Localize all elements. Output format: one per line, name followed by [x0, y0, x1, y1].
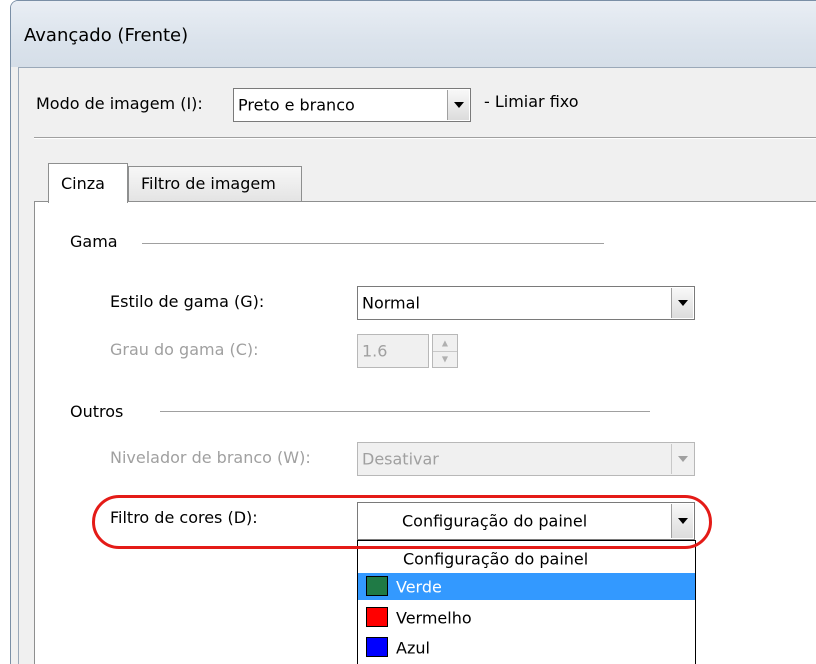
option-label: Azul [396, 638, 430, 657]
chevron-down-icon[interactable] [447, 90, 469, 120]
spin-down-icon: ▼ [441, 354, 449, 364]
others-group-heading: Outros [70, 402, 124, 421]
tab-image-filter-label: Filtro de imagem [141, 174, 276, 193]
spin-up-icon: ▲ [433, 335, 457, 352]
dropdown-option-green[interactable]: Verde [358, 573, 695, 600]
option-label: Verde [396, 577, 442, 596]
option-label: Vermelho [396, 608, 472, 627]
blue-swatch-icon [366, 637, 388, 657]
gamma-degree-field: 1.6 [357, 334, 429, 368]
gamma-degree-label: Grau do gama (C): [110, 340, 259, 359]
red-swatch-icon [366, 607, 388, 627]
highlight-annotation [92, 495, 712, 549]
gamma-degree-value: 1.6 [362, 341, 388, 361]
option-label: Configuração do painel [403, 549, 589, 568]
tab-gray-label: Cinza [61, 174, 105, 193]
chevron-down-icon[interactable] [671, 288, 693, 318]
gamma-style-select[interactable]: Normal [357, 286, 695, 320]
gamma-style-label: Estilo de gama (G): [110, 292, 265, 311]
gamma-group-line [142, 243, 604, 244]
gamma-group-heading: Gama [70, 232, 118, 251]
color-filter-dropdown-list[interactable]: Configuração do painel Verde Vermelho Az… [357, 540, 696, 664]
tab-image-filter[interactable]: Filtro de imagem [128, 166, 302, 202]
dropdown-option-panel-config[interactable]: Configuração do painel [358, 545, 695, 572]
image-mode-value: Preto e branco [238, 95, 355, 115]
header-separator [34, 137, 816, 139]
window-title: Avançado (Frente) [24, 25, 189, 46]
green-swatch-icon [366, 576, 388, 596]
image-mode-select[interactable]: Preto e branco [233, 88, 471, 122]
image-mode-note: - Limiar fixo [484, 92, 579, 111]
white-level-value: Desativar [362, 449, 439, 469]
others-group-line [160, 411, 650, 412]
dropdown-option-blue[interactable]: Azul [358, 634, 695, 661]
chevron-down-icon [671, 444, 693, 474]
dropdown-option-red[interactable]: Vermelho [358, 604, 695, 631]
image-mode-label: Modo de imagem (I): [36, 94, 203, 113]
white-level-select: Desativar [357, 442, 695, 476]
gamma-degree-spinner: ▲ ▼ [432, 334, 458, 368]
tab-gray[interactable]: Cinza [48, 163, 128, 203]
gamma-style-value: Normal [362, 293, 420, 313]
white-level-label: Nivelador de branco (W): [110, 448, 311, 467]
